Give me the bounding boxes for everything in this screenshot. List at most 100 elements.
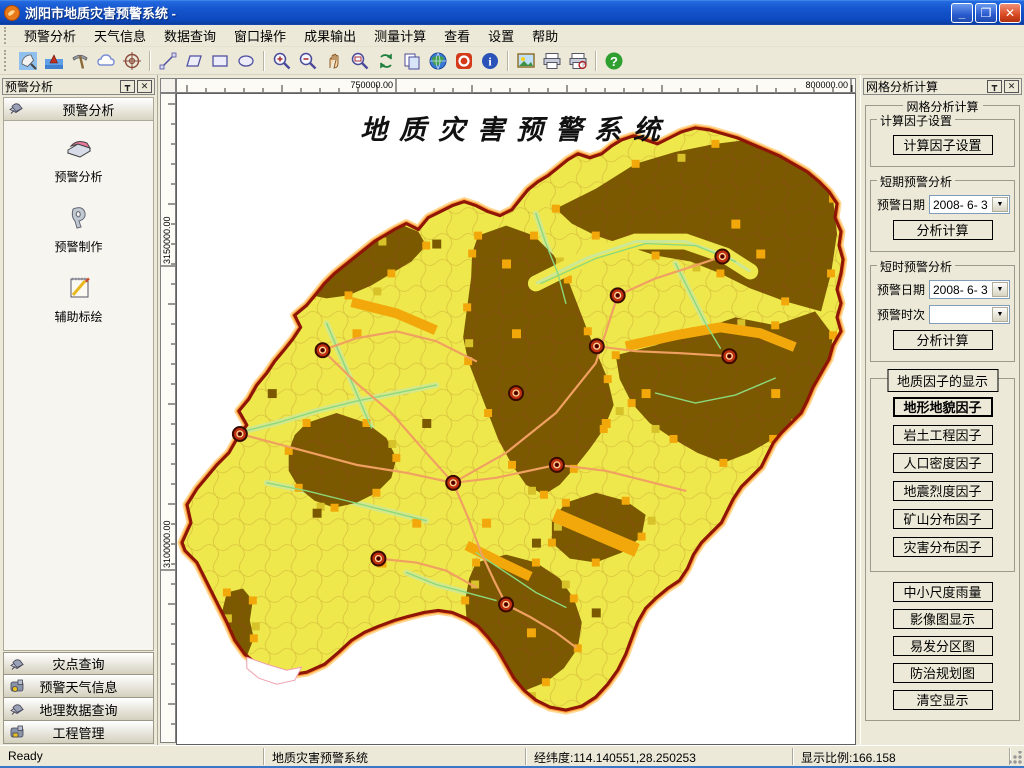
analysis-calc-button[interactable]: 分析计算 xyxy=(893,220,993,240)
button-地震烈度因子[interactable]: 地震烈度因子 xyxy=(893,481,993,501)
menu-item-3[interactable]: 数据查询 xyxy=(155,24,225,47)
cloud-icon[interactable] xyxy=(94,49,118,73)
image-view-icon[interactable] xyxy=(514,49,538,73)
button-灾害分布因子[interactable]: 灾害分布因子 xyxy=(893,537,993,557)
refresh-icon[interactable] xyxy=(374,49,398,73)
toolbar-separator xyxy=(595,51,597,71)
right-panel-caption: 网格分析计算 ┳ ✕ xyxy=(863,78,1022,95)
status-field-1: Ready xyxy=(2,748,264,765)
map-svg xyxy=(177,94,855,744)
button-影像图显示[interactable]: 影像图显示 xyxy=(893,609,993,629)
button-矿山分布因子[interactable]: 矿山分布因子 xyxy=(893,509,993,529)
button-计算因子设置[interactable]: 计算因子设置 xyxy=(893,135,993,155)
zoom-in-icon[interactable] xyxy=(270,49,294,73)
zoom-out-icon[interactable] xyxy=(296,49,320,73)
menu-item-4[interactable]: 窗口操作 xyxy=(225,24,295,47)
menu-item-7[interactable]: 查看 xyxy=(435,24,479,47)
field-row: 预警时次▼ xyxy=(877,305,1010,324)
button-中小尺度雨量[interactable]: 中小尺度雨量 xyxy=(893,582,993,602)
map-zone: 750000.00800000.00 3150000.003100000.00 … xyxy=(158,75,860,745)
left-panel-bar-2[interactable]: 预警天气信息 xyxy=(3,675,154,698)
globe-icon[interactable] xyxy=(426,49,450,73)
menu-item-6[interactable]: 测量计算 xyxy=(365,24,435,47)
pin-icon[interactable]: ┳ xyxy=(987,80,1002,93)
section-4: 地质因子的显示地形地貌因子岩土工程因子人口密度因子地震烈度因子矿山分布因子灾害分… xyxy=(870,378,1015,572)
menu-item-9[interactable]: 帮助 xyxy=(523,24,567,47)
warning-date-combobox[interactable]: 2008- 6- 3▼ xyxy=(929,280,1010,299)
left-panel-caption: 预警分析 ┳ ✕ xyxy=(2,78,155,95)
ellipse-tool-icon[interactable] xyxy=(234,49,258,73)
menu-item-8[interactable]: 设置 xyxy=(479,24,523,47)
rectangle-tool-icon[interactable] xyxy=(208,49,232,73)
button-岩土工程因子[interactable]: 岩土工程因子 xyxy=(893,425,993,445)
stop-icon[interactable] xyxy=(452,49,476,73)
target-icon[interactable] xyxy=(120,49,144,73)
map-canvas[interactable]: 地质灾害预警系统 xyxy=(176,93,856,745)
left-panel-item-1[interactable]: 预警分析 xyxy=(4,131,153,185)
left-panel-content: 预警分析预警制作辅助标绘 xyxy=(3,121,154,651)
window-title: 浏阳市地质灾害预警系统 - xyxy=(25,3,176,22)
line-tool-icon[interactable] xyxy=(156,49,180,73)
left-panel-item-2[interactable]: 预警制作 xyxy=(4,201,153,255)
field-label: 预警日期 xyxy=(877,281,929,298)
menu-item-1[interactable]: 预警分析 xyxy=(15,24,85,47)
chevron-down-icon[interactable]: ▼ xyxy=(992,307,1008,322)
ruler-top: 750000.00800000.00 xyxy=(176,78,856,93)
disaster-point-icon[interactable] xyxy=(42,49,66,73)
status-field-4: 显示比例:166.158 xyxy=(795,748,1010,765)
left-panel-bar-4[interactable]: 工程管理 xyxy=(3,721,154,744)
ruler-corner xyxy=(160,78,176,93)
weather-icon xyxy=(9,678,25,697)
project-icon xyxy=(9,724,25,743)
pan-hand-icon[interactable] xyxy=(322,49,346,73)
workbench-icon xyxy=(8,100,24,119)
chevron-down-icon[interactable]: ▼ xyxy=(992,282,1008,297)
menu-grip[interactable] xyxy=(4,27,11,44)
info-icon[interactable]: i xyxy=(478,49,502,73)
polygon-tool-icon[interactable] xyxy=(182,49,206,73)
chevron-down-icon[interactable]: ▼ xyxy=(992,197,1008,212)
left-panel-bar-label: 预警天气信息 xyxy=(4,677,153,696)
satellite-dish-icon[interactable] xyxy=(16,49,40,73)
svg-text:3100000.00: 3100000.00 xyxy=(162,520,172,568)
button-易发分区图[interactable]: 易发分区图 xyxy=(893,636,993,656)
status-field-2: 地质灾害预警系统 xyxy=(266,748,526,765)
print-preview-icon[interactable] xyxy=(566,49,590,73)
zoom-window-icon[interactable] xyxy=(348,49,372,73)
minimize-button[interactable]: _ xyxy=(951,3,973,23)
left-panel-bar-label: 工程管理 xyxy=(4,723,153,742)
left-panel-header[interactable]: 预警分析 xyxy=(3,97,154,121)
left-panel-bar-3[interactable]: 地理数据查询 xyxy=(3,698,154,721)
menu-item-2[interactable]: 天气信息 xyxy=(85,24,155,47)
button-地形地貌因子[interactable]: 地形地貌因子 xyxy=(893,397,993,417)
close-icon[interactable]: ✕ xyxy=(1004,80,1019,93)
town-marker xyxy=(550,458,564,472)
button-防治规划图[interactable]: 防治规划图 xyxy=(893,663,993,683)
section-title: 地质因子的显示 xyxy=(887,369,998,392)
restore-button[interactable]: ❐ xyxy=(975,3,997,23)
resize-grip[interactable] xyxy=(1009,751,1022,764)
pick-tool-icon[interactable] xyxy=(68,49,92,73)
workbench-icon xyxy=(9,701,25,720)
toolbar-separator xyxy=(263,51,265,71)
analysis-calc-button[interactable]: 分析计算 xyxy=(893,330,993,350)
warning-time-combobox[interactable]: ▼ xyxy=(929,305,1010,324)
close-button[interactable]: ✕ xyxy=(999,3,1021,23)
warning-date-combobox[interactable]: 2008- 6- 3▼ xyxy=(929,195,1010,214)
section-3: 短时预警分析预警日期2008- 6- 3▼预警时次▼分析计算 xyxy=(870,265,1015,362)
pin-icon[interactable]: ┳ xyxy=(120,80,135,93)
help-icon[interactable]: ? xyxy=(602,49,626,73)
left-panel-item-3[interactable]: 辅助标绘 xyxy=(4,271,153,325)
section-1: 计算因子设置计算因子设置 xyxy=(870,119,1015,167)
town-marker xyxy=(590,339,604,353)
toolbar-grip[interactable] xyxy=(4,50,11,72)
menu-item-5[interactable]: 成果输出 xyxy=(295,24,365,47)
left-panel-bar-1[interactable]: 灾点查询 xyxy=(3,652,154,675)
button-人口密度因子[interactable]: 人口密度因子 xyxy=(893,453,993,473)
town-marker xyxy=(233,427,247,441)
close-icon[interactable]: ✕ xyxy=(137,80,152,93)
copy-layers-icon[interactable] xyxy=(400,49,424,73)
button-清空显示[interactable]: 清空显示 xyxy=(893,690,993,710)
print-icon[interactable] xyxy=(540,49,564,73)
title-bar: 浏阳市地质灾害预警系统 - _ ❐ ✕ xyxy=(0,0,1024,25)
